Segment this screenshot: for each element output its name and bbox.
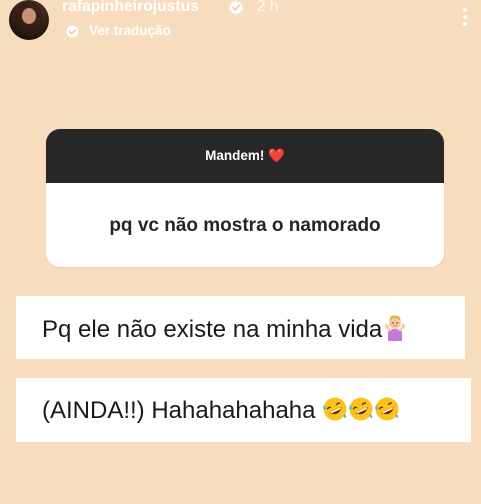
verified-icon [229, 0, 243, 15]
response-text-box: Pq ele não existe na minha vida [16, 296, 465, 359]
more-options-icon[interactable] [459, 8, 471, 30]
rofl-emoji-icon [323, 397, 347, 421]
sticker-header: Mandem! ❤️ [46, 129, 444, 183]
response-text: Pq ele não existe na minha vida [42, 316, 383, 343]
story-header: rafapinheirojustus 2 h Ver tradução [0, 0, 481, 50]
avatar[interactable] [9, 0, 49, 40]
rofl-emoji-icon [375, 397, 399, 421]
see-translation-link[interactable]: Ver tradução [89, 23, 171, 38]
response-text-box: (AINDA!!) Hahahahahaha [16, 378, 471, 442]
question-sticker[interactable]: Mandem! ❤️ pq vc não mostra o namorado [46, 129, 444, 267]
response-text: (AINDA!!) Hahahahahaha [42, 397, 316, 424]
translate-icon [66, 25, 79, 38]
sticker-prompt: Mandem! ❤️ [205, 148, 285, 163]
username[interactable]: rafapinheirojustus [62, 0, 199, 16]
post-time: 2 h [257, 0, 279, 15]
shrug-emoji-icon [384, 315, 407, 341]
sticker-question: pq vc não mostra o namorado [109, 215, 381, 236]
rofl-emoji-icon [349, 397, 373, 421]
